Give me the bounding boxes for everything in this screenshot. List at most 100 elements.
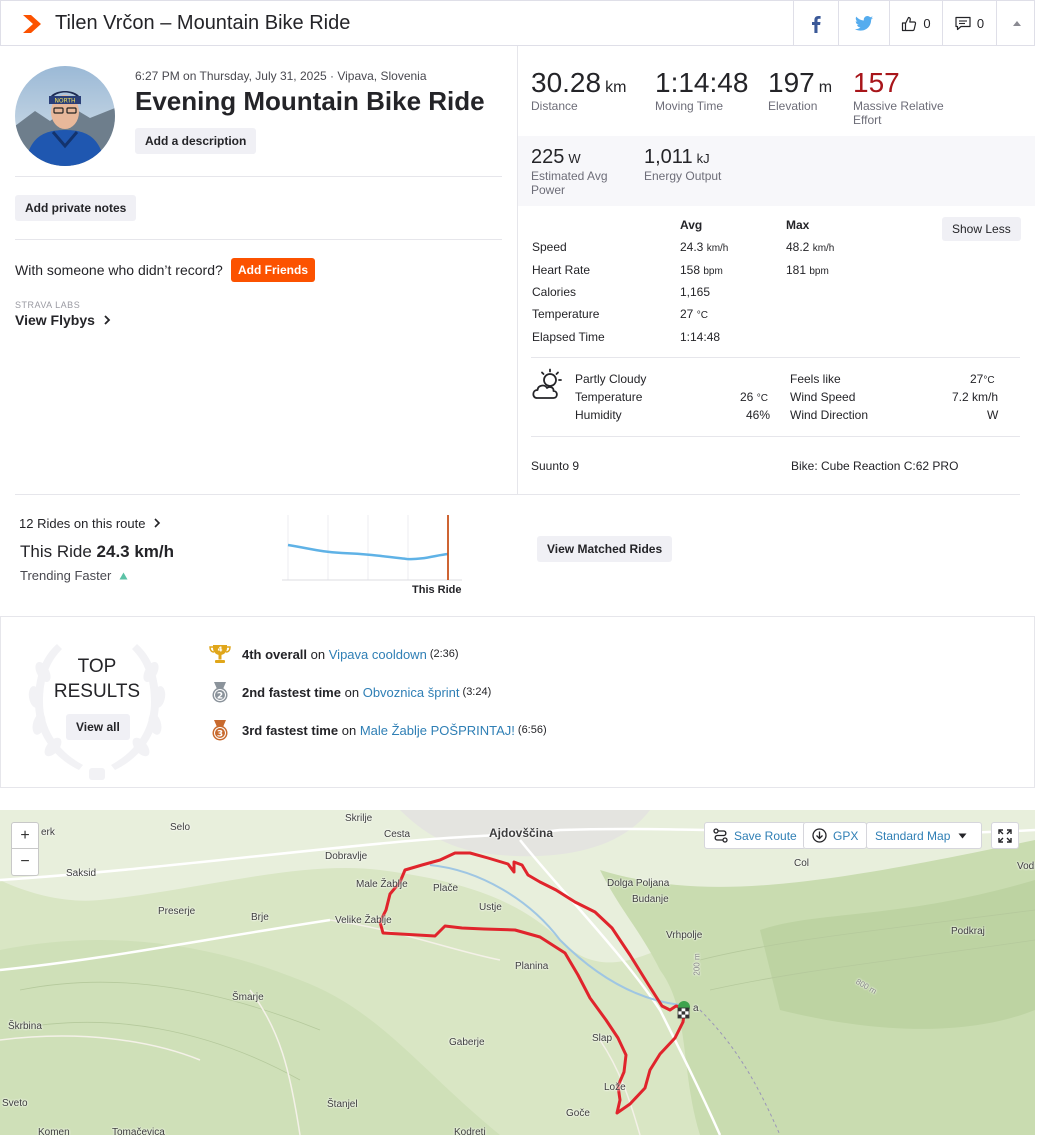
strava-labs-label: STRAVA LABS [15,300,81,310]
calories-avg: 1,165 [680,285,711,299]
heart-rate-avg: 158 bpm [680,263,723,277]
map-label: Ajdovščina [489,826,554,840]
relative-effort-value: 157 [853,67,900,98]
power-value: 225 [531,146,565,168]
weather-condition: Partly Cloudy [575,372,647,386]
map-label: Velike Žablje [335,915,392,926]
kudos-button[interactable]: 0 [889,1,942,46]
twitter-share-button[interactable] [838,1,889,46]
result-time: (2:36) [429,648,459,660]
map-label: Kodreti [454,1127,486,1135]
map-label: Šmarje [232,992,264,1003]
trend-up-icon [119,572,128,580]
moving-time-value: 1:14:48 [655,67,749,98]
add-private-notes-button[interactable]: Add private notes [15,195,137,221]
route-map[interactable]: Ajdovščina Selo Skrilje Cesta Dobravlje … [0,810,1035,1135]
rank-4-badge: 4 [218,646,223,654]
map-label: Sveto [2,1098,28,1109]
rides-on-route-link[interactable]: 12 Rides on this route [19,516,161,531]
stat-relative-effort[interactable]: 157 Massive Relative Effort [853,67,944,127]
view-flybys-label: View Flybys [15,312,95,328]
add-friends-button[interactable]: Add Friends [231,258,315,282]
energy-value: 1,011 [644,146,693,168]
map-type-label: Standard Map [875,828,951,843]
view-matched-rides-button[interactable]: View Matched Rides [537,536,673,562]
weather-temperature-label: Temperature [575,390,643,404]
facebook-share-button[interactable] [793,1,838,46]
map-label: Skrilje [345,813,373,824]
map-terrain [0,810,1035,1135]
activity-title[interactable]: Evening Mountain Bike Ride [135,86,485,117]
elapsed-time-value: 1:14:48 [680,330,721,344]
rank-3-badge: 3 [217,730,223,740]
bike-name: Bike: Cube Reaction C:62 PRO [791,459,959,473]
view-flybys-link[interactable]: View Flybys [15,312,111,328]
trend-sparkline [282,515,462,581]
map-label: Podkraj [951,926,985,937]
stat-energy: 1,011 kJ Energy Output [644,146,721,183]
partly-cloudy-icon [532,368,562,399]
top-results-title: TOP RESULTS [53,656,141,702]
result-row: 2 2nd fastest time on Obvoznica šprint (3… [208,680,491,704]
zoom-in-button[interactable]: + [12,823,38,849]
chevron-right-icon [154,518,161,528]
stat-elevation: 197 m Elevation [768,67,832,113]
this-ride-chart-label: This Ride [412,584,462,596]
power-label-2: Power [531,183,566,197]
segment-link[interactable]: Obvoznica šprint [363,685,460,700]
column-divider [517,46,518,494]
add-description-button[interactable]: Add a description [135,128,257,154]
segment-link[interactable]: Male Žablje POŠPRINTAJ! [360,723,515,738]
result-rank: 3rd fastest time [242,722,339,738]
segment-link[interactable]: Vipava cooldown [329,647,427,662]
map-label: a [693,1003,699,1014]
save-route-button[interactable]: Save Route [704,822,806,849]
bronze-medal-icon: 3 [212,720,228,741]
kudos-count: 0 [923,16,931,31]
energy-unit: kJ [696,151,710,166]
map-label: Cesta [384,829,411,840]
gpx-download-button[interactable]: GPX [803,822,868,849]
svg-text:NORTH: NORTH [54,98,75,105]
divider [531,436,1020,437]
this-ride-speed: 24.3 km/h [96,542,175,561]
athlete-avatar[interactable]: NORTH [15,66,115,166]
power-label-1: Estimated Avg [531,169,608,183]
distance-value: 30.28 [531,67,602,98]
map-label: erk [41,827,55,838]
wind-direction-value: W [987,408,999,422]
rides-on-route-label: 12 Rides on this route [19,516,146,531]
comment-icon [955,16,971,31]
fullscreen-button[interactable] [991,822,1019,849]
strava-chevron-icon [23,15,41,33]
map-label: Dobravlje [325,851,368,862]
caret-down-icon [958,833,967,838]
zoom-out-button[interactable]: − [12,849,38,875]
rank-2-badge: 2 [217,692,223,702]
map-type-select[interactable]: Standard Map [866,822,982,849]
view-all-results-button[interactable]: View all [66,714,130,740]
relative-effort-label-2: Effort [853,113,882,127]
map-label: Komen [38,1127,70,1135]
wind-direction-label: Wind Direction [790,408,869,422]
map-label: Plače [433,883,459,894]
collapse-button[interactable] [996,1,1036,46]
weather-humidity-value: 46% [746,408,771,422]
moving-time-label: Moving Time [655,99,724,113]
temperature-avg: 27 °C [680,307,708,321]
elapsed-time-label: Elapsed Time [532,330,605,344]
heart-rate-max: 181 bpm [786,263,829,277]
wind-speed-value: 7.2 km/h [952,390,999,404]
map-label: Brje [251,912,269,923]
avg-header: Avg [680,218,703,232]
result-time: (6:56) [517,724,547,736]
thumbs-up-icon [902,16,917,31]
facebook-icon [812,15,821,33]
result-row: 3 3rd fastest time on Male Žablje POŠPRI… [208,718,547,742]
show-less-button[interactable]: Show Less [942,217,1021,241]
divider [15,494,1020,495]
comments-button[interactable]: 0 [942,1,996,46]
elevation-unit: m [818,79,833,96]
map-label: Saksid [66,868,97,879]
caret-up-icon [1012,21,1021,26]
